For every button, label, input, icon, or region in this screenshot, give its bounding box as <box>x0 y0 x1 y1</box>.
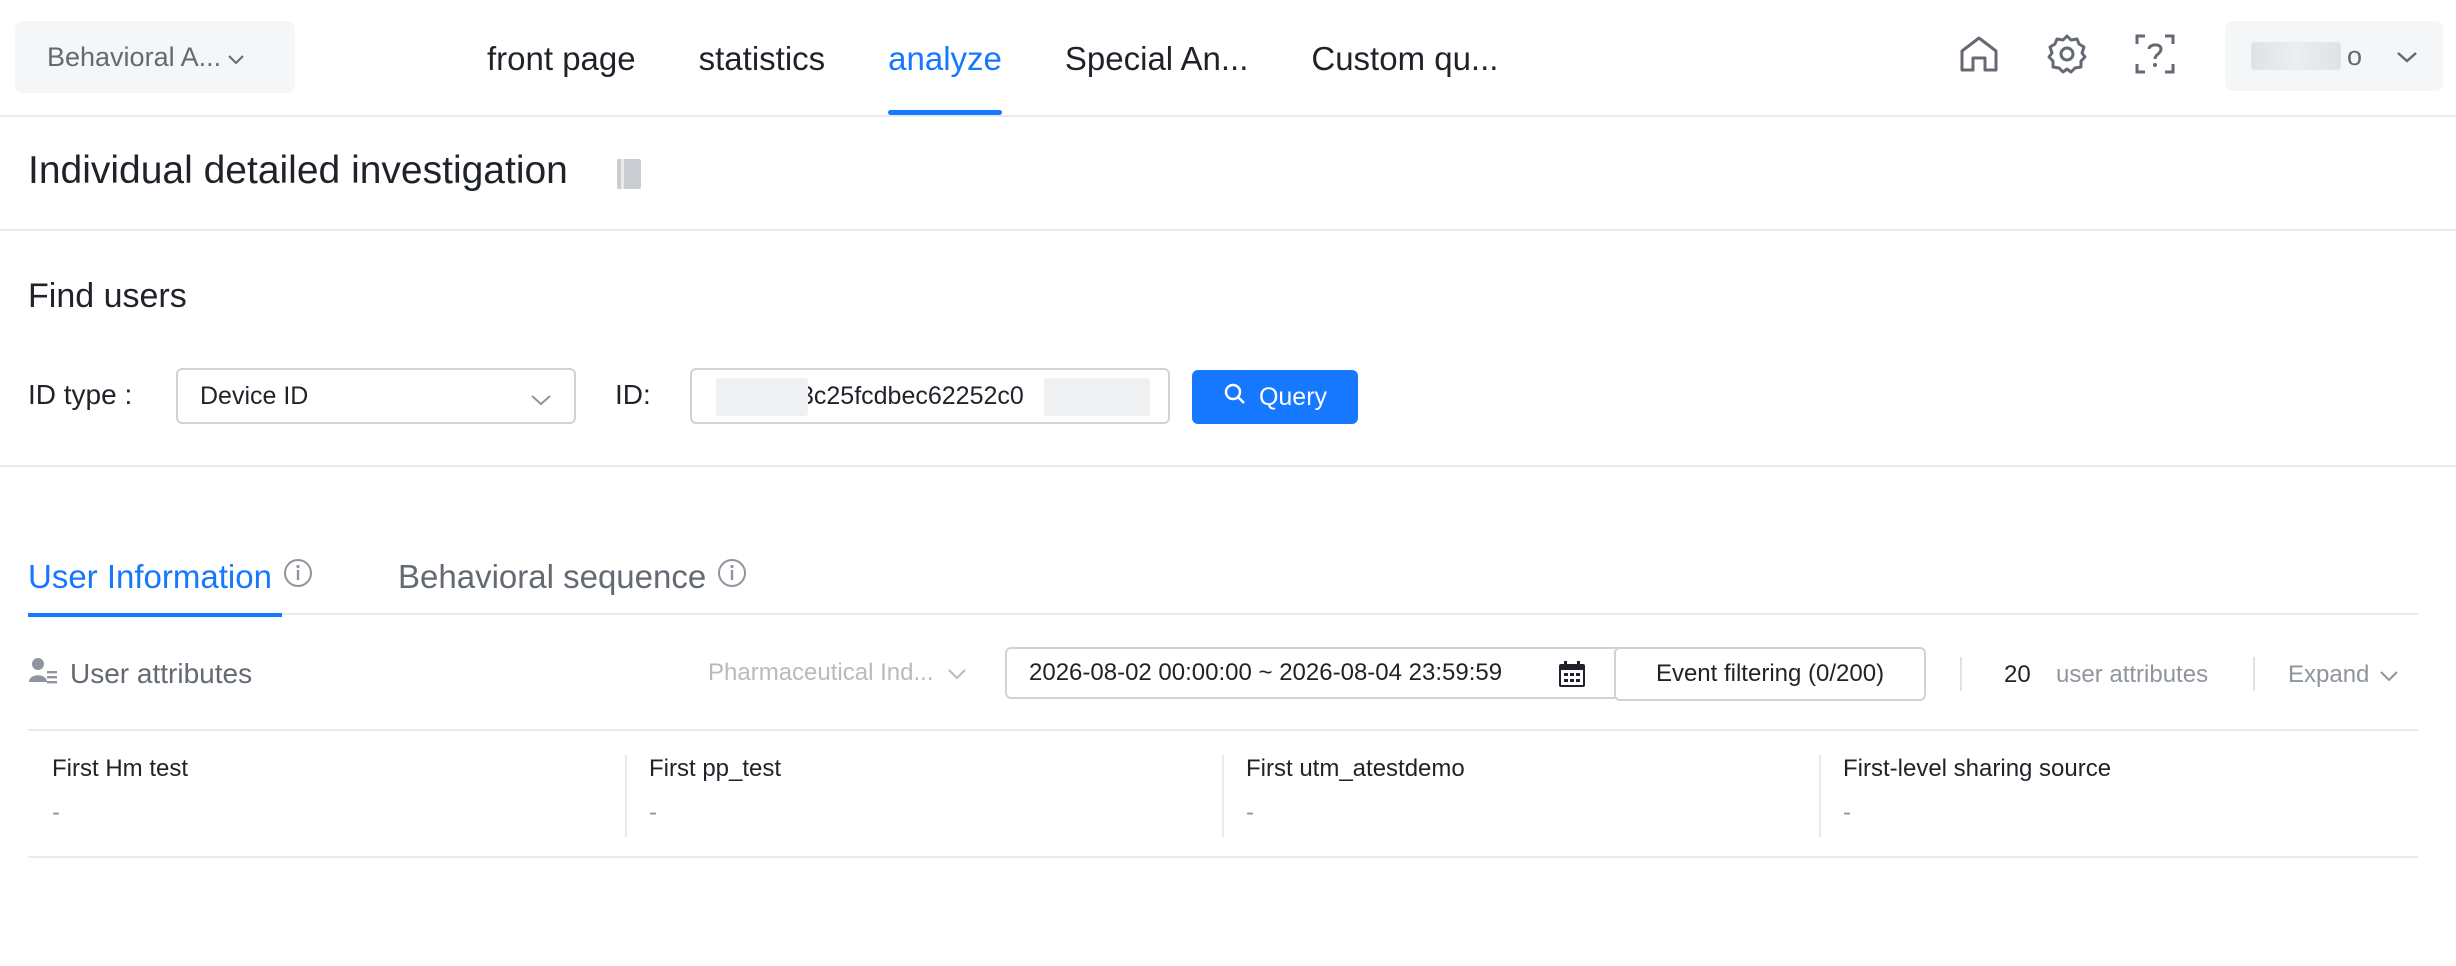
nav-tab-statistics[interactable]: statistics <box>699 0 826 117</box>
attribute-name: First utm_atestdemo <box>1246 755 1465 782</box>
info-icon[interactable] <box>716 557 748 597</box>
avatar <box>2251 42 2341 70</box>
chevron-down-icon <box>2395 41 2419 72</box>
tab-label: Behavioral sequence <box>398 558 707 595</box>
user-card-icon <box>28 655 58 692</box>
attribute-value: - <box>649 799 657 826</box>
tab-user-information[interactable]: User Information <box>28 545 314 617</box>
user-attributes-heading: User attributes <box>28 655 252 692</box>
id-type-label: ID type : <box>28 379 133 410</box>
chevron-down-icon <box>947 659 967 687</box>
nav-tab-custom-query[interactable]: Custom qu... <box>1311 0 1498 117</box>
top-navigation-bar: Behavioral A... front page statistics an… <box>0 0 2456 117</box>
id-type-select[interactable]: Device ID <box>176 368 576 424</box>
user-attributes-grid: First Hm test - First pp_test - First ut… <box>28 733 2418 858</box>
attribute-name: First Hm test <box>52 755 188 782</box>
query-button[interactable]: Query <box>1192 370 1358 424</box>
page-header: Individual detailed investigation <box>0 117 2456 231</box>
attribute-name: First pp_test <box>649 755 782 782</box>
user-attributes-label: User attributes <box>70 657 253 689</box>
attribute-cell: First pp_test - <box>625 733 1222 858</box>
nav-tab-front-page[interactable]: front page <box>487 0 636 117</box>
query-button-label: Query <box>1258 382 1328 411</box>
id-label: ID: <box>615 379 651 410</box>
help-icon[interactable] <box>2131 30 2179 78</box>
app-switcher[interactable]: Behavioral A... <box>15 21 295 93</box>
chevron-down-icon <box>530 385 552 414</box>
chevron-down-icon <box>227 42 245 73</box>
redaction-mask <box>1044 378 1150 416</box>
header-icon-group <box>1955 30 2179 78</box>
attribute-count: 20 <box>2004 661 2031 688</box>
group-select-placeholder: Pharmaceutical Ind... <box>708 659 934 686</box>
attribute-count-label: user attributes <box>2056 661 2209 688</box>
expand-label: Expand <box>2288 661 2370 688</box>
attribute-name: First-level sharing source <box>1843 755 2112 782</box>
divider <box>2253 657 2255 691</box>
tab-label: User Information <box>28 558 272 595</box>
settings-icon[interactable] <box>2043 30 2091 78</box>
event-filter-button[interactable]: Event filtering (0/200) <box>1614 647 1926 701</box>
book-icon[interactable] <box>615 157 645 191</box>
nav-tab-analyze[interactable]: analyze <box>888 0 1002 117</box>
date-range-value: 2026-08-02 00:00:00 ~ 2026-08-04 23:59:5… <box>1029 659 1503 686</box>
date-range-picker[interactable]: 2026-08-02 00:00:00 ~ 2026-08-04 23:59:5… <box>1005 647 1625 699</box>
attribute-cell: First-level sharing source - <box>1819 733 2416 858</box>
find-users-section: Find users ID type : Device ID ID: Query <box>0 231 2456 467</box>
calendar-icon <box>1557 659 1587 696</box>
id-input-wrapper <box>690 368 1170 424</box>
app-switcher-label: Behavioral A... <box>47 41 222 72</box>
divider <box>1960 657 1962 691</box>
attribute-cell: First Hm test - <box>28 733 625 858</box>
find-users-title: Find users <box>28 277 187 315</box>
user-name: o <box>2347 40 2363 71</box>
info-tabs: User Information Behavioral sequence <box>28 525 2418 617</box>
page-title: Individual detailed investigation <box>28 149 568 192</box>
search-icon <box>1223 382 1247 413</box>
home-icon[interactable] <box>1955 30 2003 78</box>
nav-tab-special-analysis[interactable]: Special An... <box>1065 0 1248 117</box>
expand-toggle[interactable]: Expand <box>2288 661 2399 689</box>
attribute-value: - <box>1246 799 1254 826</box>
attribute-value: - <box>52 799 60 826</box>
redaction-mask <box>716 378 808 416</box>
user-menu[interactable]: o <box>2225 21 2443 91</box>
id-type-value: Device ID <box>200 381 309 410</box>
tab-behavioral-sequence[interactable]: Behavioral sequence <box>398 545 748 609</box>
chevron-down-icon <box>2379 661 2399 689</box>
attribute-value: - <box>1843 799 1851 826</box>
attribute-cell: First utm_atestdemo - <box>1222 733 1819 858</box>
user-attributes-toolbar: User attributes Pharmaceutical Ind... 20… <box>28 617 2418 731</box>
group-select[interactable]: Pharmaceutical Ind... <box>708 659 967 687</box>
info-icon[interactable] <box>282 557 314 597</box>
main-nav-tabs: front page statistics analyze Special An… <box>487 0 1561 117</box>
